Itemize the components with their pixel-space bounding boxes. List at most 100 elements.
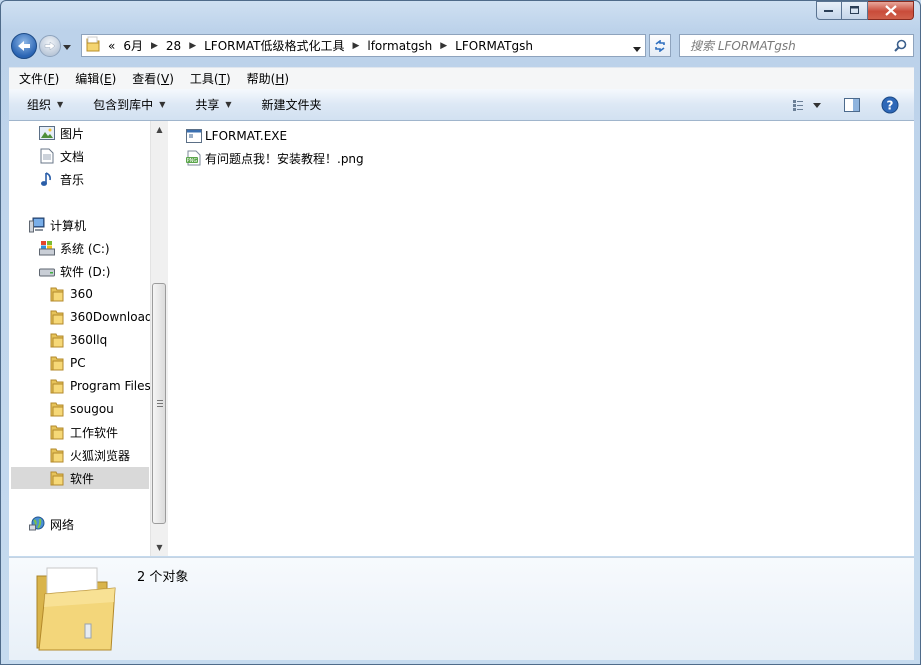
nav-item-pictures[interactable]: 图片 (39, 122, 84, 144)
scroll-up-icon[interactable]: ▲ (151, 121, 168, 138)
refresh-button[interactable] (649, 34, 671, 57)
organize-label: 组织 (27, 98, 52, 112)
menu-edit-label: 编辑 (75, 71, 100, 86)
preview-pane-button[interactable] (840, 93, 864, 117)
nav-folder-firefox[interactable]: 火狐浏览器 (49, 444, 130, 466)
command-bar: 组织 ▼ 包含到库中 ▼ 共享 ▼ 新建文件夹 ? (9, 89, 914, 121)
nav-folder-label: 软件 (70, 471, 95, 486)
search-input[interactable] (688, 35, 892, 57)
nav-item-network[interactable]: 网络 (29, 513, 74, 535)
chevron-down-icon (63, 45, 71, 50)
folder-icon (49, 424, 65, 440)
breadcrumb-separator-icon[interactable]: ▶ (436, 41, 451, 51)
nav-folder-software[interactable]: 软件 (11, 467, 149, 489)
maximize-button[interactable] (842, 1, 868, 20)
breadcrumb-item[interactable]: 28 (162, 39, 185, 53)
back-button[interactable] (11, 33, 37, 59)
nav-item-label: 系统 (C:) (60, 241, 110, 256)
address-dropdown-icon[interactable] (633, 42, 641, 56)
menu-tools-label: 工具 (189, 71, 214, 86)
view-controls: ? (788, 89, 914, 120)
menu-tools-key: T (218, 71, 226, 86)
minimize-button[interactable] (816, 1, 842, 20)
caption-buttons (816, 1, 914, 20)
nav-folder-360[interactable]: 360 (49, 283, 93, 305)
scroll-down-icon[interactable]: ▼ (151, 539, 168, 556)
nav-folder-label: sougou (70, 402, 114, 416)
recent-pages-button[interactable] (63, 40, 73, 52)
nav-folder-work-software[interactable]: 工作软件 (49, 421, 118, 443)
breadcrumb-separator-icon[interactable]: ▶ (147, 41, 162, 51)
menu-file[interactable]: 文件(F) (13, 69, 65, 89)
share-button[interactable]: 共享 ▼ (195, 96, 231, 113)
nav-folder-label: 360llq (70, 333, 108, 347)
change-view-button[interactable] (788, 93, 826, 117)
folder-icon (49, 401, 65, 417)
scroll-thumb[interactable] (152, 283, 166, 524)
organize-button[interactable]: 组织 ▼ (27, 96, 63, 113)
nav-item-label: 网络 (50, 517, 75, 532)
nav-folder-label: Program Files (70, 379, 150, 393)
search-icon[interactable] (894, 39, 907, 55)
folder-icon (49, 470, 65, 486)
chevron-down-icon: ▼ (57, 100, 64, 109)
documents-icon (39, 148, 55, 164)
menu-file-key: F (47, 71, 55, 86)
menu-view-label: 查看 (132, 71, 157, 86)
include-in-library-label: 包含到库中 (93, 98, 154, 112)
breadcrumb-separator-icon[interactable]: ▶ (348, 41, 363, 51)
nav-folder-360downloads[interactable]: 360Downloads (49, 306, 150, 328)
nav-folder-pc[interactable]: PC (49, 352, 86, 374)
include-in-library-button[interactable]: 包含到库中 ▼ (93, 96, 165, 113)
breadcrumb-item[interactable]: lformatgsh (363, 39, 436, 53)
file-item-lformat-exe[interactable]: LFORMAT.EXE (186, 126, 287, 146)
forward-button[interactable] (39, 35, 61, 57)
menu-help-key: H (275, 71, 285, 86)
search-box[interactable] (679, 34, 914, 57)
nav-item-drive-d[interactable]: 软件 (D:) (39, 260, 110, 282)
nav-item-drive-c[interactable]: 系统 (C:) (39, 237, 110, 259)
nav-folder-sougou[interactable]: sougou (49, 398, 114, 420)
new-folder-button[interactable]: 新建文件夹 (262, 96, 322, 113)
png-icon: PNG (186, 150, 202, 166)
nav-item-documents[interactable]: 文档 (39, 145, 84, 167)
folder-icon (49, 309, 65, 325)
menu-help[interactable]: 帮助(H) (241, 69, 295, 89)
navigation-scrollbar[interactable]: ▲ ▼ (150, 121, 168, 556)
nav-folder-label: 360Downloads (70, 310, 150, 324)
preview-pane-icon (844, 97, 860, 112)
exe-icon (186, 128, 202, 144)
menu-file-label: 文件 (19, 71, 44, 86)
breadcrumb-item[interactable]: LFORMATgsh (451, 39, 537, 53)
nav-folder-label: 360 (70, 287, 93, 301)
nav-folder-label: 火狐浏览器 (70, 448, 131, 463)
refresh-icon (655, 39, 665, 52)
close-button[interactable] (868, 1, 914, 20)
breadcrumb-overflow[interactable]: « (104, 39, 119, 53)
menu-tools[interactable]: 工具(T) (184, 69, 237, 89)
breadcrumb-item[interactable]: 6月 (119, 37, 147, 54)
nav-item-label: 文档 (60, 149, 85, 164)
nav-folder-360llq[interactable]: 360llq (49, 329, 107, 351)
help-button[interactable]: ? (878, 93, 902, 117)
chevron-down-icon: ▼ (225, 100, 232, 109)
nav-item-computer[interactable]: 计算机 (29, 214, 86, 236)
folder-icon (49, 286, 65, 302)
explorer-window: « 6月 ▶ 28 ▶ LFORMAT低级格式化工具 ▶ lformatgsh … (0, 0, 921, 665)
chevron-down-icon: ▼ (159, 100, 166, 109)
nav-folder-program-files[interactable]: Program Files (49, 375, 150, 397)
folder-icon (86, 36, 100, 55)
menu-view-key: V (160, 71, 170, 86)
menu-help-label: 帮助 (246, 71, 271, 86)
breadcrumb-separator-icon[interactable]: ▶ (185, 41, 200, 51)
menu-edit-key: E (104, 71, 112, 86)
menu-view[interactable]: 查看(V) (126, 69, 180, 89)
file-item-png[interactable]: PNG 有问题点我！安装教程！.png (186, 148, 364, 168)
menu-edit[interactable]: 编辑(E) (69, 69, 122, 89)
file-name: 有问题点我！安装教程！.png (205, 151, 364, 166)
system-drive-icon (39, 240, 55, 256)
address-bar[interactable]: « 6月 ▶ 28 ▶ LFORMAT低级格式化工具 ▶ lformatgsh … (81, 34, 646, 57)
nav-item-music[interactable]: 音乐 (39, 168, 84, 190)
breadcrumb-item[interactable]: LFORMAT低级格式化工具 (200, 37, 348, 54)
help-icon: ? (881, 96, 899, 113)
